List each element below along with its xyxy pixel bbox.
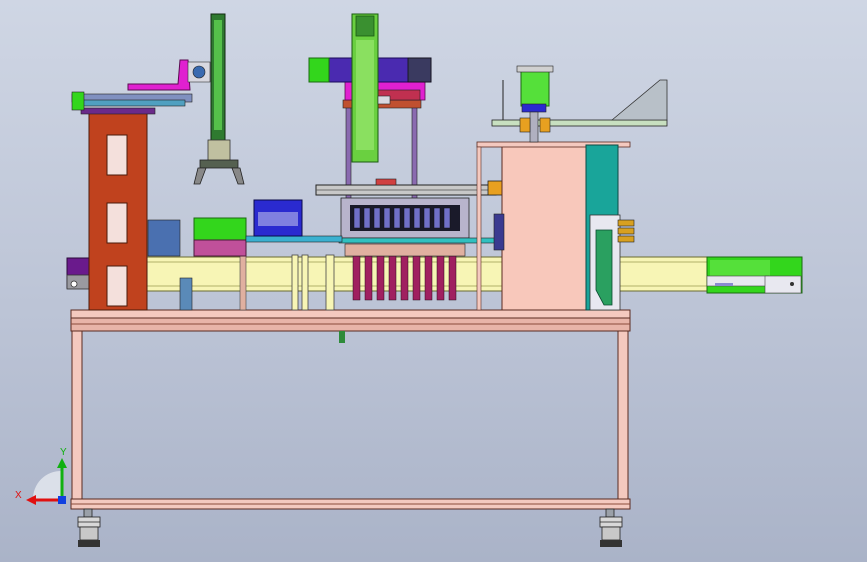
- leveling-foot-left: [77, 508, 101, 547]
- left-column: [80, 107, 156, 311]
- top-right-feeder: [491, 65, 668, 143]
- roller-feeder: [147, 199, 343, 257]
- z-axis-dot: [58, 496, 66, 504]
- cad-viewport[interactable]: Y X: [0, 0, 867, 562]
- multi-gripper-head: [338, 197, 500, 244]
- y-axis-arrowhead: [57, 458, 67, 468]
- conveyor-end-right: [706, 256, 803, 294]
- x-axis-label: X: [15, 490, 22, 501]
- left-gripper-arm: [193, 13, 245, 185]
- leveling-foot-right: [599, 508, 623, 547]
- x-axis-arrowhead: [26, 495, 36, 505]
- y-axis-label: Y: [60, 447, 67, 458]
- left-top-feeder: [71, 59, 211, 111]
- coordinate-triad: Y X: [15, 447, 67, 505]
- machine-assembly-drawing: Y X: [15, 13, 803, 547]
- table-frame: [70, 309, 631, 510]
